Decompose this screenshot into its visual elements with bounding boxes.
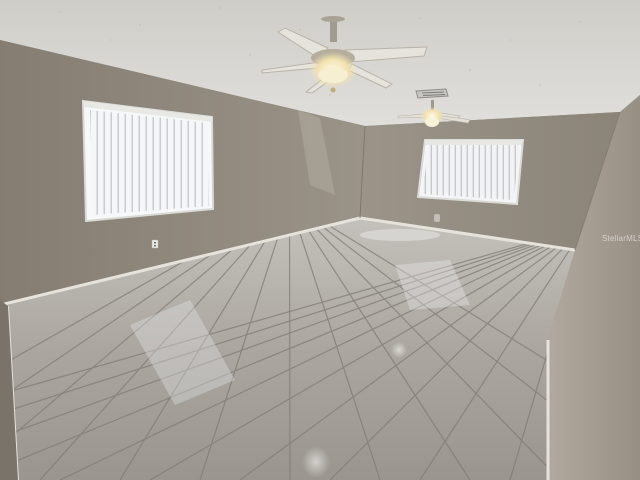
watermark-text: StellarMLS <box>602 234 640 243</box>
room-scene <box>0 0 640 480</box>
vertical-blinds-back <box>422 145 519 200</box>
floor-stop <box>434 214 440 222</box>
hvac-vent-icon <box>415 88 449 99</box>
vertical-blinds <box>90 110 209 215</box>
back-window <box>416 139 525 206</box>
left-window <box>81 99 215 223</box>
outlet-icon <box>151 239 159 249</box>
grout-line <box>288 218 291 480</box>
